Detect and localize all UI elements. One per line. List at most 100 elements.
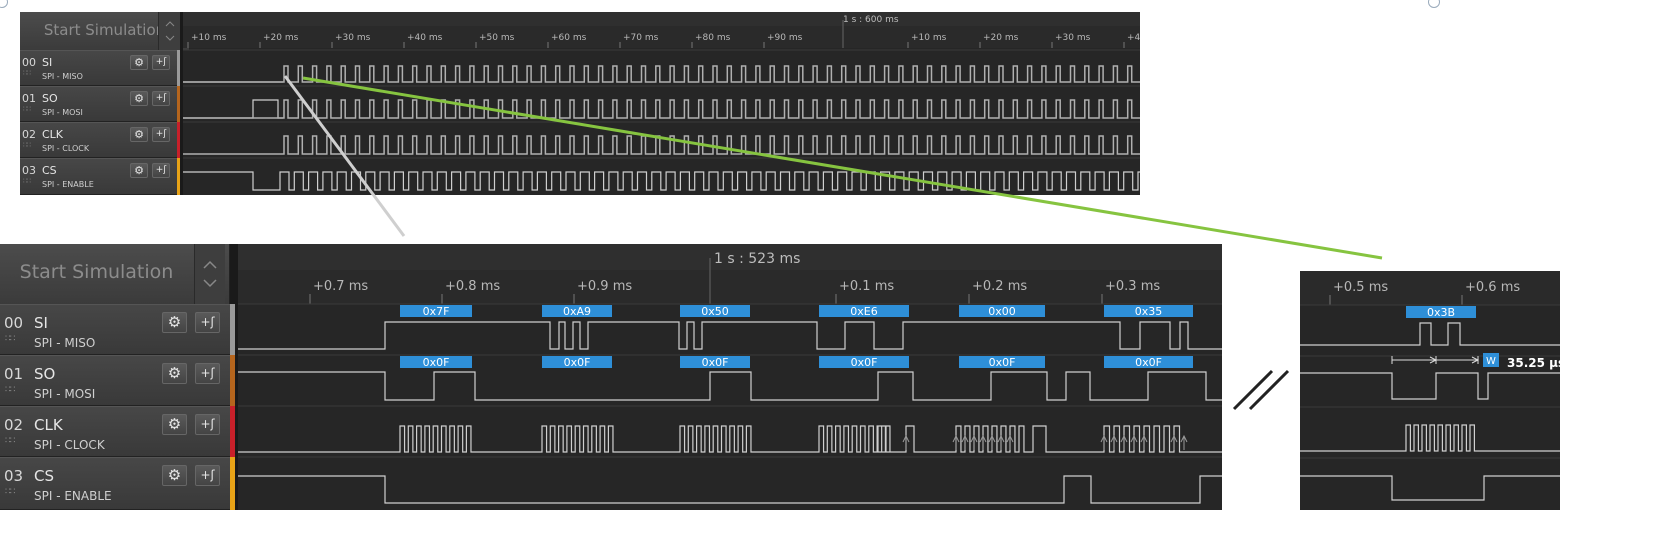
drag-handle-icon[interactable]: ∷∷ xyxy=(23,177,31,185)
waveforms xyxy=(238,303,1222,504)
edge-trigger-icon[interactable]: +ʃ xyxy=(152,91,170,106)
time-ruler xyxy=(238,270,1222,304)
channel-color-cs xyxy=(230,457,235,510)
waveform-si xyxy=(1300,322,1560,346)
gear-icon[interactable]: ⚙ xyxy=(130,127,148,142)
ruler-label: +40 ms xyxy=(407,33,443,43)
waveform-si xyxy=(183,65,1140,83)
ruler-label: +0.5 ms xyxy=(1333,280,1388,295)
channel-protocol: SPI - CLOCK xyxy=(34,438,105,452)
gear-icon[interactable]: ⚙ xyxy=(162,414,187,435)
clock-edge-marker xyxy=(997,434,1005,450)
ruler-label: +4 xyxy=(1127,33,1140,43)
channel-number: 00 xyxy=(22,56,36,69)
edge-trigger-icon[interactable]: +ʃ xyxy=(152,127,170,142)
channel-color-si xyxy=(177,50,180,86)
edge-trigger-icon[interactable]: +ʃ xyxy=(195,465,220,486)
drag-handle-icon[interactable]: ∷∷ xyxy=(23,69,31,77)
channel-color-si xyxy=(230,304,235,355)
clock-edge-marker xyxy=(970,434,978,450)
channel-row-si[interactable]: 00 ∷∷ SI SPI - MISO ⚙ +ʃ xyxy=(0,304,230,355)
ruler-label: +0.7 ms xyxy=(313,279,368,294)
channel-protocol: SPI - MISO xyxy=(42,72,83,81)
clock-edge-marker xyxy=(952,434,960,450)
channel-row-so[interactable]: 01 ∷∷ SO SPI - MOSI ⚙ +ʃ xyxy=(20,86,177,122)
clock-edge-marker xyxy=(1006,434,1014,450)
decoded-byte-label: 0x35 xyxy=(1135,305,1163,318)
timestamp-label: 1 s : 523 ms xyxy=(714,251,800,267)
drag-handle-icon[interactable]: ∷∷ xyxy=(5,436,16,446)
channel-number: 02 xyxy=(22,128,36,141)
channel-protocol: SPI - CLOCK xyxy=(42,144,90,153)
channel-row-clk[interactable]: 02 ∷∷ CLK SPI - CLOCK ⚙ +ʃ xyxy=(0,406,230,457)
ruler-label: +0.2 ms xyxy=(972,279,1027,294)
waveform-si xyxy=(238,321,1222,350)
gear-icon[interactable]: ⚙ xyxy=(130,55,148,70)
drag-handle-icon[interactable]: ∷∷ xyxy=(23,105,31,113)
clock-edge-marker xyxy=(902,434,910,450)
drag-handle-icon[interactable]: ∷∷ xyxy=(5,385,16,395)
waveforms xyxy=(1300,304,1560,501)
ruler-label: +10 ms xyxy=(911,33,947,43)
channel-protocol: SPI - MOSI xyxy=(34,387,96,401)
edge-trigger-icon[interactable]: +ʃ xyxy=(195,312,220,333)
channel-name: SO xyxy=(34,365,56,383)
gear-icon[interactable]: ⚙ xyxy=(162,312,187,333)
channel-number: 00 xyxy=(4,314,24,332)
edge-trigger-icon[interactable]: +ʃ xyxy=(152,163,170,178)
edge-trigger-icon[interactable]: +ʃ xyxy=(152,55,170,70)
channel-name: CS xyxy=(42,164,57,177)
channel-row-si[interactable]: 00 ∷∷ SI SPI - MISO ⚙ +ʃ xyxy=(20,50,177,86)
drag-handle-icon[interactable]: ∷∷ xyxy=(5,487,16,497)
decoded-byte-label: 0x00 xyxy=(988,305,1016,318)
waveform-clk xyxy=(1300,424,1560,452)
ruler-label: +90 ms xyxy=(767,33,803,43)
channel-row-clk[interactable]: 02 ∷∷ CLK SPI - CLOCK ⚙ +ʃ xyxy=(20,122,177,158)
start-options-spinner[interactable] xyxy=(158,12,181,50)
ruler-label: +0.6 ms xyxy=(1465,280,1520,295)
edge-trigger-icon[interactable]: +ʃ xyxy=(195,414,220,435)
gear-icon[interactable]: ⚙ xyxy=(162,363,187,384)
decoded-byte-label: 0x0F xyxy=(989,356,1016,369)
ruler-label: +60 ms xyxy=(551,33,587,43)
gear-icon[interactable]: ⚙ xyxy=(130,91,148,106)
clock-edge-marker xyxy=(1140,434,1148,450)
start-options-spinner[interactable] xyxy=(194,244,225,304)
detail-waveform-area[interactable]: +0.5 ms +0.6 ms 0x3B W 35.25 µs xyxy=(1300,271,1560,510)
gear-icon[interactable]: ⚙ xyxy=(162,465,187,486)
zoom-waveform-area[interactable]: 1 s : 523 ms +0.7 ms +0.8 ms +0.9 ms +0.1 m… xyxy=(238,244,1222,510)
clock-edge-marker xyxy=(1120,434,1128,450)
channel-row-so[interactable]: 01 ∷∷ SO SPI - MOSI ⚙ +ʃ xyxy=(0,355,230,406)
channel-protocol: SPI - MOSI xyxy=(42,108,83,117)
clock-edge-marker xyxy=(979,434,987,450)
chevron-updown-icon xyxy=(203,260,217,288)
channel-color-clk xyxy=(177,122,180,158)
zoom-logic-window: Start Simulation 00 ∷∷ SI SPI - MISO ⚙ +… xyxy=(0,244,1222,510)
width-measurement xyxy=(1391,356,1480,364)
ruler-label: +80 ms xyxy=(695,33,731,43)
decoded-bytes: 0x3B W 35.25 µs xyxy=(1391,306,1560,370)
channel-row-cs[interactable]: 03 ∷∷ CS SPI - ENABLE ⚙ +ʃ xyxy=(0,457,230,510)
top-logic-window: Start Simulation 00 ∷∷ SI SPI - MISO ⚙ +… xyxy=(20,12,1140,195)
edge-trigger-icon[interactable]: +ʃ xyxy=(195,363,220,384)
drag-handle-icon[interactable]: ∷∷ xyxy=(5,334,16,344)
ruler-label: +50 ms xyxy=(479,33,515,43)
gear-icon[interactable]: ⚙ xyxy=(130,163,148,178)
channel-name: SI xyxy=(42,56,53,69)
waveforms xyxy=(183,49,1140,191)
channel-color-so xyxy=(177,86,180,122)
decoded-byte-label: 0x7F xyxy=(423,305,450,318)
clock-edge-marker xyxy=(988,434,996,450)
ruler-label: +20 ms xyxy=(263,33,299,43)
chevron-updown-icon xyxy=(165,21,175,41)
clock-edge-marker xyxy=(961,434,969,450)
timestamp-bar xyxy=(183,12,1140,26)
channel-number: 02 xyxy=(4,416,24,434)
channel-color-cs xyxy=(177,158,180,195)
channel-protocol: SPI - ENABLE xyxy=(34,489,112,503)
channel-row-cs[interactable]: 03 ∷∷ CS SPI - ENABLE ⚙ +ʃ xyxy=(20,158,177,195)
timestamp-label: 1 s : 600 ms xyxy=(843,15,899,25)
drag-handle-icon[interactable]: ∷∷ xyxy=(23,141,31,149)
channel-number: 03 xyxy=(4,467,24,485)
top-waveform-area[interactable]: 1 s : 600 ms +10 ms +20 ms +30 ms +40 ms +50… xyxy=(183,12,1140,195)
